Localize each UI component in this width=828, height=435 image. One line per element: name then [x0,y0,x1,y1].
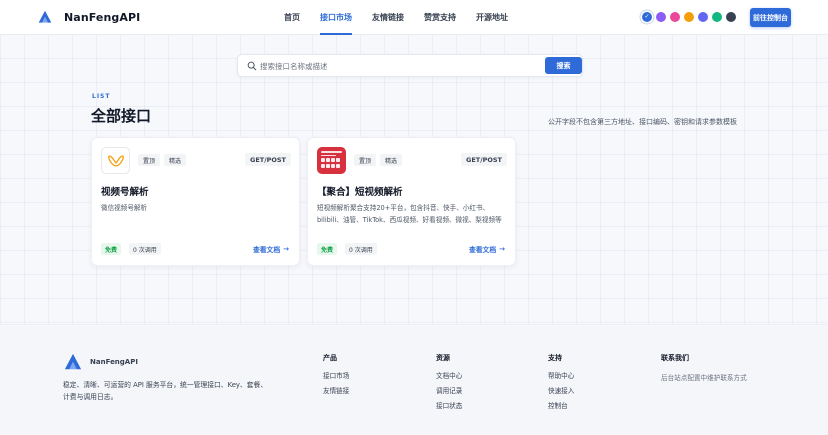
thumbnail-platform-icons [321,164,342,168]
api-card[interactable]: 置顶 精选 GET/POST 【聚合】短视频解析 短视频解析聚合支持20+平台，… [307,137,516,266]
footer-contact-text: 后台站点配置中维护联系方式 [661,374,747,382]
price-badge: 免费 [317,243,338,255]
view-docs-link[interactable]: 查看文档 → [469,244,505,254]
theme-swatch[interactable] [698,12,708,22]
api-description: 短视频解析聚合支持20+平台，包含抖音、快手、小红书、bilibili、油管、T… [317,204,502,224]
public-fields-notice: 公开字段不包含第三方地址、接口编码、密钥和请求参数模板 [548,118,737,126]
brand-logo-icon [64,353,82,370]
theme-swatch[interactable] [670,12,680,22]
footer-brand[interactable]: NanFengAPI [64,353,138,371]
footer-column-title: 支持 [548,354,562,362]
search-button[interactable]: 搜索 [545,57,582,74]
main-nav: 首页 接口市场 友情链接 赞赏支持 开源地址 [284,0,528,35]
view-docs-link[interactable]: 查看文档 → [253,244,289,254]
api-title[interactable]: 【聚合】短视频解析 [317,184,403,198]
check-icon: ✓ [644,13,650,20]
footer-column-title: 资源 [436,354,450,362]
footer-column-title: 联系我们 [661,354,689,362]
tag-pinned: 置顶 [138,154,161,166]
view-docs-label: 查看文档 [252,246,281,254]
search-input[interactable] [260,58,540,74]
tag-pinned: 置顶 [354,154,377,166]
section-eyebrow: LIST [92,93,111,100]
http-method-badge: GET/POST [245,153,291,166]
nav-api-market[interactable]: 接口市场 [320,0,352,35]
thumbnail-decoration [321,151,342,153]
theme-color-picker: ✓ [642,12,740,22]
call-count-badge: 0 次调用 [345,243,377,255]
brand-logo-icon [38,10,52,23]
theme-swatch[interactable] [726,12,736,22]
top-header: NanFengAPI 首页 接口市场 友情链接 赞赏支持 开源地址 ✓ 前往控制… [0,0,828,35]
footer-link[interactable]: 调用记录 [436,387,462,395]
nav-home[interactable]: 首页 [284,0,300,35]
footer-link[interactable]: 控制台 [548,402,574,410]
thumbnail-decoration [321,154,336,156]
tag-featured: 精选 [164,154,187,166]
view-docs-label: 查看文档 [468,246,497,254]
api-title[interactable]: 视频号解析 [101,184,149,198]
nav-friend-links[interactable]: 友情链接 [372,0,404,35]
tag-featured: 精选 [380,154,403,166]
footer-link[interactable]: 接口状态 [436,402,462,410]
search-box: 搜索 [237,54,583,77]
thumbnail-platform-icons [321,158,342,162]
theme-swatch[interactable] [712,12,722,22]
footer-link[interactable]: 文档中心 [436,372,462,380]
footer-link[interactable]: 接口市场 [323,372,349,380]
arrow-right-icon: → [499,245,505,253]
arrow-right-icon: → [283,245,289,253]
nav-donate[interactable]: 赞赏支持 [424,0,456,35]
theme-swatch[interactable] [684,12,694,22]
api-card[interactable]: 置顶 精选 GET/POST 视频号解析 微信视频号解析 免费 0 次调用 查看… [91,137,300,266]
http-method-badge: GET/POST [461,153,507,166]
nav-open-source[interactable]: 开源地址 [476,0,508,35]
footer-column-resources: 资源 文档中心 调用记录 接口状态 [436,353,462,417]
theme-swatch[interactable] [656,12,666,22]
footer-link[interactable]: 快速接入 [548,387,574,395]
console-button[interactable]: 前往控制台 [750,8,791,27]
api-thumbnail [317,147,346,174]
search-icon [247,61,257,71]
brand-name: NanFengAPI [64,10,141,24]
api-description: 微信视频号解析 [101,204,148,212]
footer-link[interactable]: 友情链接 [323,387,349,395]
theme-swatch[interactable]: ✓ [642,12,652,22]
page-title: 全部接口 [91,107,152,125]
price-badge: 免费 [101,243,122,255]
call-count-badge: 0 次调用 [129,243,161,255]
site-footer: NanFengAPI 稳定、清晰、可运营的 API 服务平台，统一管理接口、Ke… [0,324,828,435]
footer-column-title: 产品 [323,354,337,362]
footer-column-support: 支持 帮助中心 快速接入 控制台 [548,353,574,417]
brand-logo[interactable]: NanFengAPI [38,10,140,24]
footer-column-contact: 联系我们 后台站点配置中维护联系方式 [661,353,747,382]
footer-description: 稳定、清晰、可运营的 API 服务平台，统一管理接口、Key、套餐、计费与调用日… [63,381,268,401]
wechat-channels-icon [107,154,124,166]
footer-column-product: 产品 接口市场 友情链接 [323,353,349,402]
footer-brand-name: NanFengAPI [90,358,138,366]
footer-link[interactable]: 帮助中心 [548,372,574,380]
api-thumbnail [101,147,130,174]
